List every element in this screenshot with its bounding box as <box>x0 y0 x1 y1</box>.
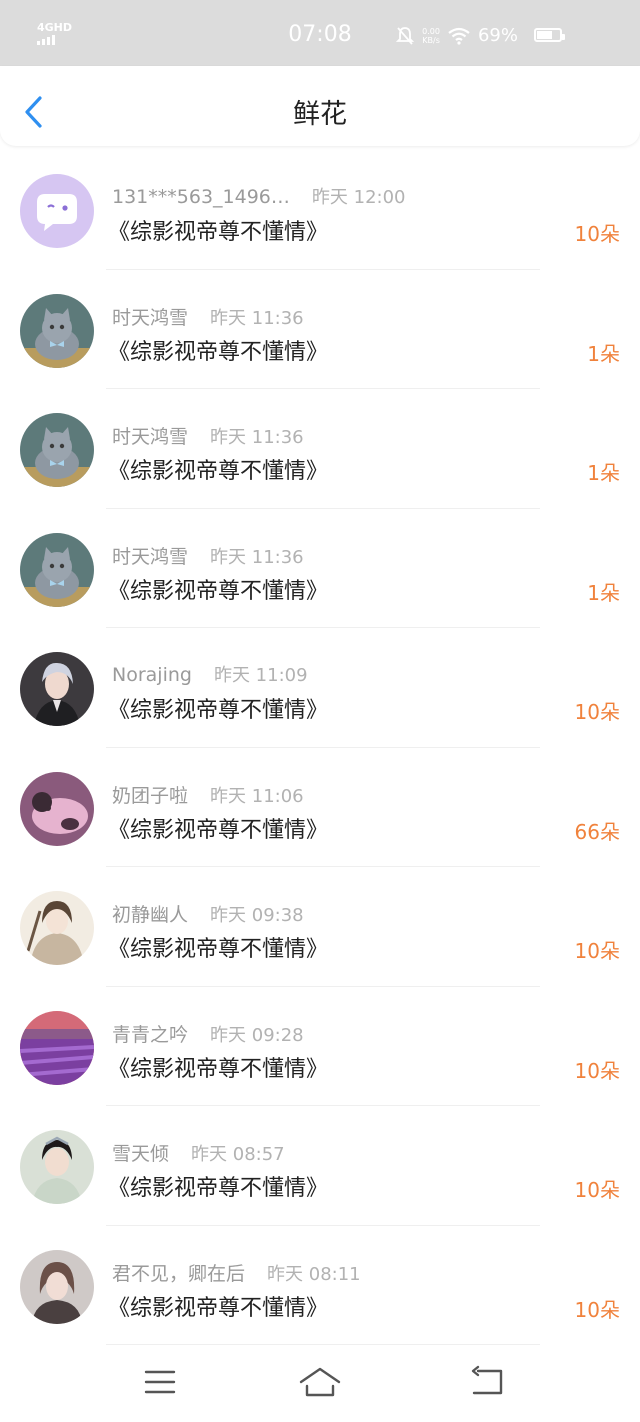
sender-name[interactable]: 雪天倾 <box>112 1143 169 1165</box>
network-speed: 0.00 KB/s <box>422 26 440 45</box>
gift-time: 昨天 12:00 <box>311 187 406 208</box>
flower-amount: 1朵 <box>587 461 620 485</box>
gift-list-item[interactable]: 131***563_1496… 昨天 12:00 《综影视帝尊不懂情》 10朵 <box>0 150 640 270</box>
gift-time: 昨天 11:36 <box>210 427 304 448</box>
gift-time: 昨天 11:09 <box>213 665 308 686</box>
battery-icon <box>534 28 565 42</box>
sender-name[interactable]: Norajing <box>112 664 192 686</box>
gift-list-item[interactable]: 青青之吟 昨天 09:28 《综影视帝尊不懂情》 10朵 <box>0 987 640 1106</box>
menu-button[interactable] <box>142 1364 178 1404</box>
system-nav-bar <box>0 1350 640 1422</box>
flower-amount: 10朵 <box>574 1178 620 1202</box>
avatar[interactable] <box>20 1010 94 1085</box>
flower-amount: 10朵 <box>574 700 620 724</box>
book-title[interactable]: 《综影视帝尊不懂情》 <box>108 931 328 963</box>
gift-list-item[interactable]: Norajing 昨天 11:09 《综影视帝尊不懂情》 10朵 <box>0 628 640 748</box>
book-title[interactable]: 《综影视帝尊不懂情》 <box>108 453 328 485</box>
status-bar: 4GHD 07:08 0.00 KB/s 69% <box>0 0 640 66</box>
gift-time: 昨天 08:11 <box>267 1263 361 1285</box>
home-button[interactable] <box>298 1364 342 1404</box>
sender-name[interactable]: 131***563_1496… <box>112 186 290 208</box>
status-icons: 0.00 KB/s 69% <box>396 25 518 46</box>
flower-amount: 1朵 <box>587 341 620 366</box>
book-title[interactable]: 《综影视帝尊不懂情》 <box>108 214 328 246</box>
gift-list-item[interactable]: 君不见，卿在后 昨天 08:11 《综影视帝尊不懂情》 10朵 <box>0 1226 640 1345</box>
back-icon <box>471 1365 503 1395</box>
gift-list: 131***563_1496… 昨天 12:00 《综影视帝尊不懂情》 10朵 时天鸿雪… <box>0 150 640 1345</box>
flower-amount: 1朵 <box>587 580 620 605</box>
gift-list-item[interactable]: 时天鸿雪 昨天 11:36 《综影视帝尊不懂情》 1朵 <box>0 509 640 628</box>
gift-list-item[interactable]: 奶团子啦 昨天 11:06 《综影视帝尊不懂情》 66朵 <box>0 748 640 867</box>
avatar[interactable] <box>20 293 94 368</box>
book-title[interactable]: 《综影视帝尊不懂情》 <box>108 1170 328 1202</box>
book-title[interactable]: 《综影视帝尊不懂情》 <box>108 334 328 366</box>
mute-bell-icon <box>396 26 415 45</box>
gift-time: 昨天 11:06 <box>210 785 304 807</box>
book-title[interactable]: 《综影视帝尊不懂情》 <box>108 1051 328 1083</box>
flower-amount: 66朵 <box>574 819 620 844</box>
sender-name[interactable]: 君不见，卿在后 <box>112 1263 245 1285</box>
gift-time: 昨天 09:28 <box>210 1024 304 1046</box>
row-divider <box>106 1344 540 1345</box>
menu-icon <box>144 1370 176 1394</box>
header: 鲜花 <box>0 66 640 146</box>
sender-name[interactable]: 时天鸿雪 <box>112 426 188 448</box>
system-back-button[interactable] <box>468 1364 504 1404</box>
avatar[interactable] <box>20 174 94 248</box>
gift-list-item[interactable]: 雪天倾 昨天 08:57 《综影视帝尊不懂情》 10朵 <box>0 1106 640 1226</box>
flower-amount: 10朵 <box>574 1058 620 1083</box>
sender-name[interactable]: 青青之吟 <box>112 1024 188 1046</box>
sender-name[interactable]: 时天鸿雪 <box>112 307 188 329</box>
flower-amount: 10朵 <box>574 1297 620 1322</box>
page-title: 鲜花 <box>293 99 347 130</box>
sender-name[interactable]: 奶团子啦 <box>112 785 188 807</box>
avatar[interactable] <box>20 652 94 726</box>
book-title[interactable]: 《综影视帝尊不懂情》 <box>108 1290 328 1322</box>
avatar[interactable] <box>20 771 94 846</box>
flower-amount: 10朵 <box>574 939 620 963</box>
home-icon <box>299 1367 341 1397</box>
sender-name[interactable]: 时天鸿雪 <box>112 546 188 568</box>
book-title[interactable]: 《综影视帝尊不懂情》 <box>108 692 328 724</box>
gift-list-item[interactable]: 时天鸿雪 昨天 11:36 《综影视帝尊不懂情》 1朵 <box>0 389 640 509</box>
wifi-icon <box>448 27 470 45</box>
gift-list-item[interactable]: 初静幽人 昨天 09:38 《综影视帝尊不懂情》 10朵 <box>0 867 640 987</box>
avatar[interactable] <box>20 532 94 607</box>
gift-time: 昨天 08:57 <box>191 1144 285 1165</box>
sender-name[interactable]: 初静幽人 <box>112 904 188 926</box>
gift-list-item[interactable]: 时天鸿雪 昨天 11:36 《综影视帝尊不懂情》 1朵 <box>0 270 640 389</box>
avatar[interactable] <box>20 413 94 487</box>
book-title[interactable]: 《综影视帝尊不懂情》 <box>108 812 328 844</box>
avatar[interactable] <box>20 1249 94 1324</box>
avatar[interactable] <box>20 891 94 965</box>
gift-time: 昨天 09:38 <box>210 905 304 926</box>
book-title[interactable]: 《综影视帝尊不懂情》 <box>108 573 328 605</box>
avatar[interactable] <box>20 1130 94 1204</box>
gift-time: 昨天 11:36 <box>210 307 304 329</box>
battery-percent: 69% <box>477 25 518 46</box>
gift-time: 昨天 11:36 <box>210 546 304 568</box>
flower-amount: 10朵 <box>574 222 620 246</box>
